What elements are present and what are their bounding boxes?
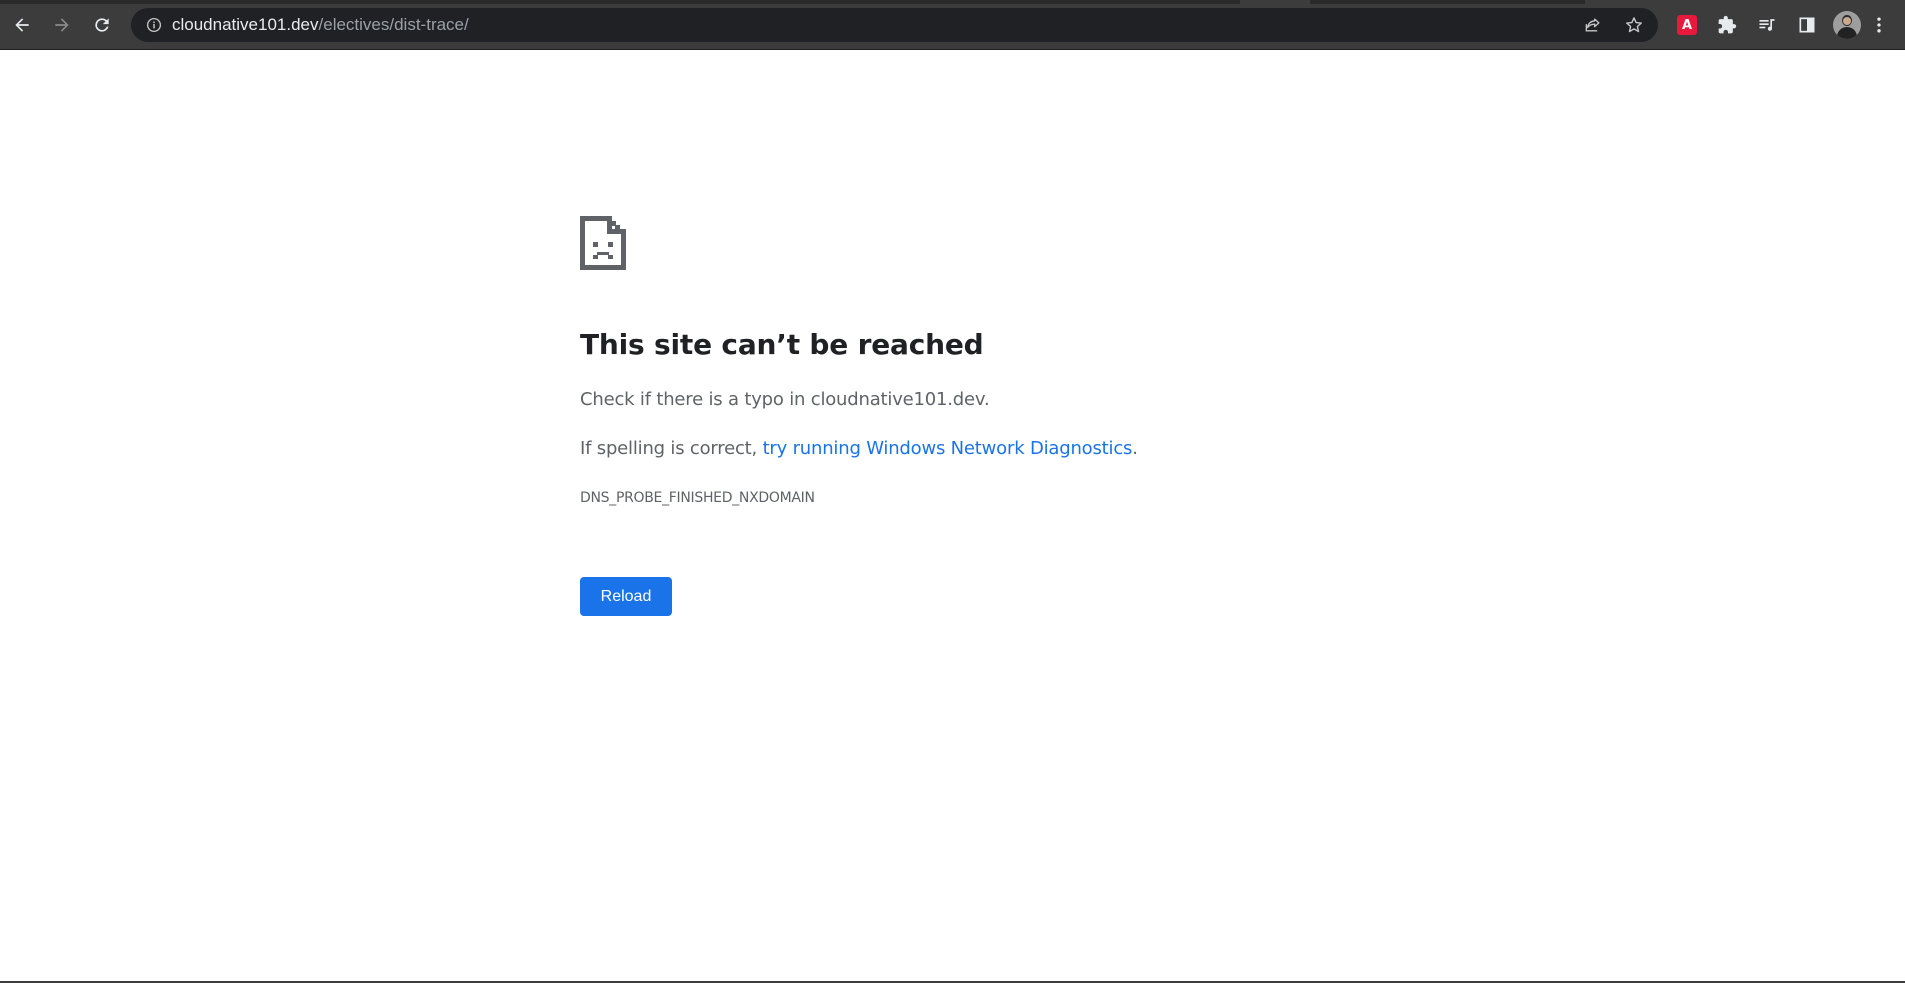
avatar [1833,11,1861,39]
forward-icon [55,18,69,32]
tab-strip-edge [1310,0,1585,4]
media-queue-icon [1759,19,1775,31]
star-icon [1626,17,1642,33]
url-host: cloudnative101.dev [172,15,319,34]
share-button[interactable] [1577,9,1609,41]
tab-strip-edge [0,0,1240,4]
info-icon [146,17,162,33]
browser-menu-button[interactable] [1867,9,1891,41]
reload-page-button[interactable] [86,9,118,41]
adobe-acrobat-icon: A [1677,15,1697,35]
error-title: This site can’t be reached [580,328,984,361]
reload-button[interactable]: Reload [580,577,672,616]
error-code: DNS_PROBE_FINISHED_NXDOMAIN [580,490,815,506]
back-icon [15,18,29,32]
diagnostics-prefix: If spelling is correct, [580,438,763,459]
address-bar[interactable]: cloudnative101.dev/electives/dist-trace/ [131,8,1658,42]
share-icon [1585,18,1600,32]
extension-button[interactable]: A [1671,9,1703,41]
diagnostics-suffix: . [1132,438,1138,459]
profile-button[interactable] [1831,9,1863,41]
media-control-button[interactable] [1751,9,1783,41]
side-panel-icon [1799,17,1815,33]
bookmark-button[interactable] [1618,9,1650,41]
reload-icon [95,18,109,32]
forward-button[interactable] [46,9,78,41]
side-panel-button[interactable] [1791,9,1823,41]
url-text[interactable]: cloudnative101.dev/electives/dist-trace/ [172,16,469,34]
browser-toolbar: cloudnative101.dev/electives/dist-trace/… [0,0,1905,50]
kebab-menu-icon [1877,17,1881,33]
extensions-menu-button[interactable] [1711,9,1743,41]
network-diagnostics-link[interactable]: try running Windows Network Diagnostics [763,438,1133,459]
back-button[interactable] [6,9,38,41]
puzzle-icon [1718,15,1737,34]
site-info-button[interactable] [145,16,163,34]
typo-suggestion: Check if there is a typo in cloudnative1… [580,389,990,410]
diagnostics-suggestion: If spelling is correct, try running Wind… [580,438,1138,459]
url-path: /electives/dist-trace/ [318,15,469,34]
sad-document-icon [580,216,626,270]
